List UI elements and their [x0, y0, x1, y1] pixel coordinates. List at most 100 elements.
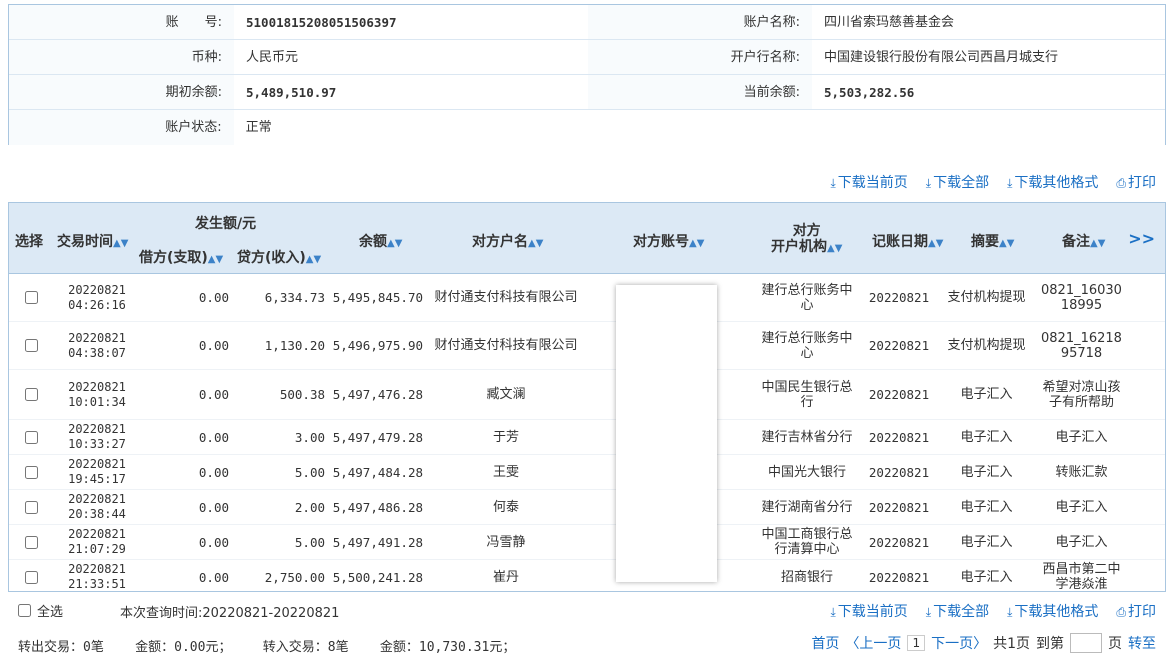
counterparty-name: 崔丹	[492, 569, 519, 585]
header-date[interactable]: 记账日期▲▼	[872, 231, 943, 251]
select-all-checkbox[interactable]	[18, 604, 31, 617]
credit-amount: 6,334.73	[264, 290, 325, 305]
sort-icon: ▲▼	[207, 254, 224, 265]
transaction-date: 20220821	[68, 330, 126, 345]
download-other-label: 下载其他格式	[1014, 175, 1099, 191]
sort-icon: ▲▼	[387, 238, 403, 249]
download-page-label: 下载当前页	[837, 604, 908, 620]
download-all-link[interactable]: ⤓ 下载全部	[926, 601, 989, 621]
header-cp-bank-line2: 开户机构	[771, 239, 827, 255]
goto-label: 到第	[1036, 636, 1064, 652]
debit-amount: 0.00	[198, 429, 229, 445]
row-checkbox-input[interactable]	[24, 291, 38, 304]
header-balance[interactable]: 余额▲▼	[359, 231, 402, 251]
header-select: 选择	[15, 234, 43, 250]
credit-amount: 2.00	[294, 499, 325, 515]
next-page-link[interactable]: 下一页〉	[931, 633, 987, 653]
memo: 希望对凉山孩子有所帮助	[1042, 379, 1121, 410]
sort-icon: ▲▼	[999, 238, 1015, 249]
print-link[interactable]: ⎙ 打印	[1116, 601, 1156, 621]
header-cp-bank[interactable]: 对方 开户机构▲▼	[771, 223, 842, 257]
print-link[interactable]: ⎙ 打印	[1116, 172, 1156, 192]
row-checkbox-input[interactable]	[24, 388, 38, 401]
row-checkbox-input[interactable]	[24, 535, 38, 549]
status-label: 账户状态:	[9, 110, 234, 145]
memo: 0821_16030 18995	[1041, 282, 1122, 313]
transaction-date: 20220821	[68, 379, 126, 394]
memo: 电子汇入	[1055, 429, 1108, 445]
row-checkbox-input[interactable]	[24, 500, 38, 514]
printer-icon: ⎙	[1116, 605, 1126, 619]
transaction-summary: 转出交易：0笔 金额：0.00元； 转入交易：8笔 金额：10,730.31元；	[18, 640, 516, 655]
printer-icon: ⎙	[1116, 176, 1126, 190]
header-cp-bank-line1: 对方	[792, 223, 821, 239]
table-header: 选择 交易时间▲▼ 发生额/元 借方(支取)▲▼ 贷方(收入)▲▼ 余额▲▼ 对…	[9, 203, 1165, 274]
posting-date: 20220821	[868, 429, 930, 445]
transaction-date: 20220821	[68, 527, 126, 541]
row-checkbox-input[interactable]	[24, 430, 38, 444]
header-debit[interactable]: 借方(支取)▲▼	[139, 247, 223, 267]
redaction-box	[616, 285, 717, 582]
credit-amount: 5.00	[294, 464, 325, 480]
row-checkbox-input[interactable]	[24, 465, 38, 479]
header-abstract[interactable]: 摘要▲▼	[971, 231, 1014, 251]
sort-icon: ▲▼	[528, 238, 544, 249]
header-memo-label: 备注	[1062, 234, 1090, 250]
counterparty-name: 财付通支付科技有限公司	[434, 338, 578, 353]
balance: 5,495,845.70	[332, 290, 423, 305]
row-checkbox-input[interactable]	[24, 570, 38, 584]
credit-amount: 1,130.20	[264, 338, 325, 353]
row-checkbox	[21, 560, 41, 591]
balance: 5,500,241.28	[332, 569, 423, 585]
abstract: 电子汇入	[960, 534, 1013, 550]
transaction-time: 20220821 19:45:17	[57, 455, 137, 489]
account-no: 51001815208051506397	[234, 5, 588, 39]
balance: 5,497,476.28	[332, 387, 423, 402]
select-all[interactable]: 全选	[18, 601, 63, 620]
expand-columns-button[interactable]: >>	[1128, 229, 1155, 248]
header-credit[interactable]: 贷方(收入)▲▼	[237, 247, 321, 267]
first-page-link[interactable]: 首页	[811, 633, 839, 653]
counterparty-bank: 中国光大银行	[767, 464, 846, 480]
page-unit-label: 页	[1108, 636, 1122, 652]
balance: 5,497,491.28	[332, 534, 423, 550]
posting-date: 20220821	[868, 499, 930, 515]
header-time[interactable]: 交易时间▲▼	[57, 231, 128, 251]
transaction-clock: 10:01:34	[68, 394, 126, 409]
download-page-link[interactable]: ⤓ 下载当前页	[830, 172, 907, 192]
prev-page-link[interactable]: 〈上一页	[845, 633, 901, 653]
transaction-time: 20220821 21:07:29	[57, 525, 137, 559]
header-abstract-label: 摘要	[971, 234, 999, 250]
memo: 西昌市第二中学港焱淮	[1042, 562, 1121, 592]
table-body: 20220821 04:26:16 0.00 6,334.73 5,495,845.70…	[9, 274, 1165, 592]
download-page-link[interactable]: ⤓ 下载当前页	[830, 601, 907, 621]
header-memo[interactable]: 备注▲▼	[1062, 231, 1105, 251]
current-balance: 5,503,282.56	[824, 85, 915, 100]
counterparty-bank: 中国民生银行总行	[761, 379, 853, 410]
download-all-link[interactable]: ⤓ 下载全部	[926, 172, 989, 192]
table-row: 20220821 04:38:07 0.00 1,130.20 5,496,975.90…	[9, 322, 1165, 370]
counterparty-name: 臧文澜	[486, 387, 526, 402]
currency-label: 币种:	[9, 40, 234, 74]
header-cp-account[interactable]: 对方账号▲▼	[633, 231, 704, 251]
transaction-time: 20220821 10:33:27	[57, 420, 137, 454]
download-other-link[interactable]: ⤓ 下载其他格式	[1007, 172, 1098, 192]
table-row: 2022082119:45:170.005.005,497,484.28王雯62…	[9, 455, 1165, 490]
sort-icon: ▲▼	[928, 238, 944, 249]
download-other-link[interactable]: ⤓ 下载其他格式	[1007, 601, 1098, 621]
row-checkbox-input[interactable]	[24, 339, 38, 352]
print-label: 打印	[1128, 604, 1156, 620]
row-checkbox	[21, 455, 41, 489]
abstract: 电子汇入	[960, 387, 1013, 402]
credit-amount: 2,750.00	[264, 569, 325, 585]
transaction-clock: 04:26:16	[68, 297, 126, 312]
transaction-date: 20220821	[68, 492, 126, 506]
row-checkbox	[21, 490, 41, 524]
posting-date: 20220821	[868, 464, 930, 480]
header-cp-name[interactable]: 对方户名▲▼	[472, 231, 543, 251]
goto-page-input[interactable]	[1070, 633, 1102, 653]
memo: 电子汇入	[1055, 499, 1108, 515]
download-icon: ⤓	[1007, 176, 1013, 190]
goto-button[interactable]: 转至	[1128, 633, 1156, 653]
counterparty-bank: 建行总行账务中心	[761, 282, 853, 313]
